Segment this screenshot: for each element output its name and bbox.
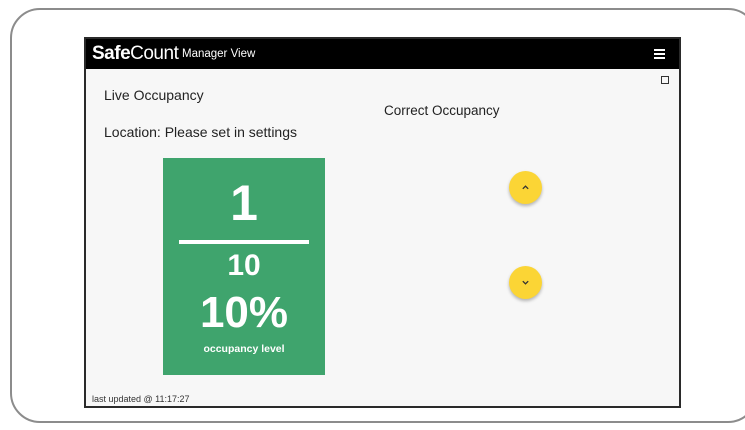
- max-occupancy: 10: [227, 249, 261, 282]
- increase-occupancy-button[interactable]: [509, 171, 542, 204]
- last-updated-text: last updated @ 11:17:27: [92, 394, 190, 404]
- fullscreen-icon[interactable]: [661, 76, 669, 84]
- brand-logo-safe: Safe: [92, 43, 131, 64]
- occupancy-caption: occupancy level: [203, 343, 285, 355]
- brand-logo: SafeCount: [92, 43, 179, 65]
- live-occupancy-title: Live Occupancy: [104, 87, 204, 103]
- occupancy-card: 1 10 10% occupancy level: [163, 158, 325, 375]
- app-screen: SafeCount Manager View Live Occupancy Lo…: [84, 37, 681, 408]
- chevron-up-icon: [522, 185, 529, 190]
- current-occupancy: 1: [230, 175, 258, 231]
- chevron-down-icon: [522, 280, 529, 285]
- view-label: Manager View: [182, 48, 256, 60]
- location-text: Location: Please set in settings: [104, 124, 298, 140]
- decrease-occupancy-button[interactable]: [509, 266, 542, 299]
- hamburger-menu-icon[interactable]: [654, 49, 665, 59]
- occupancy-percent: 10%: [199, 288, 289, 337]
- top-bar: SafeCount Manager View: [86, 39, 679, 69]
- brand-logo-count: Count: [130, 43, 179, 64]
- correct-occupancy-title: Correct Occupancy: [384, 103, 500, 118]
- fraction-divider: [179, 240, 309, 244]
